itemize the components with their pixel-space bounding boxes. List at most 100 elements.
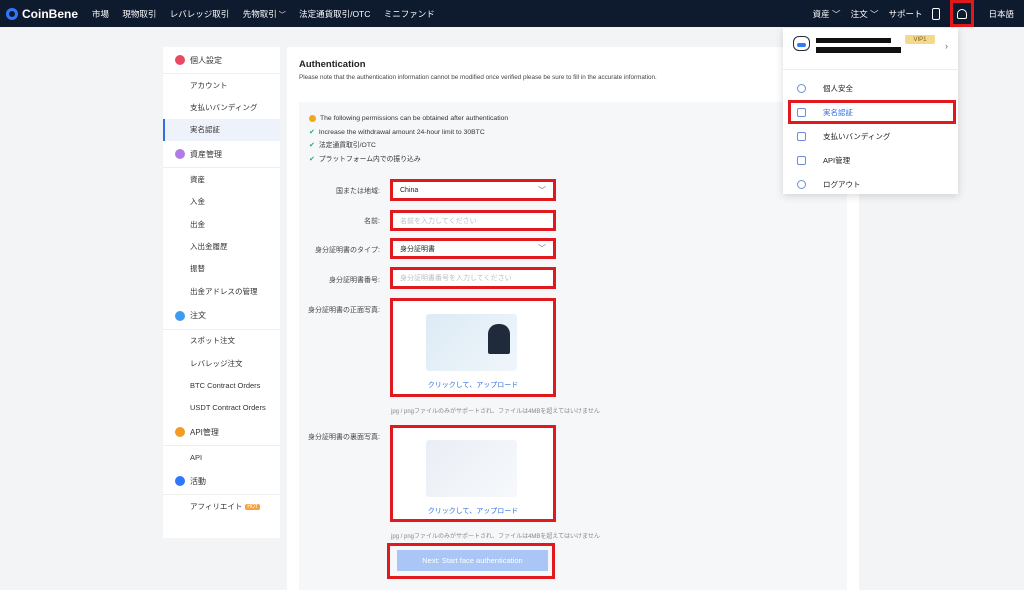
sidebar-item-btc-contract-orders[interactable]: BTC Contract Orders <box>163 374 280 396</box>
menu-label: 支払いバンディング <box>823 131 891 141</box>
sidebar-item-withdraw[interactable]: 出金 <box>163 213 280 235</box>
main-nav: 市場 現物取引 レバレッジ取引 先物取引 ﹀ 法定通貨取引/OTC ミニファンド <box>92 8 446 20</box>
support-link[interactable]: サポート <box>888 8 922 20</box>
sidebar-group-api: API管理 <box>163 419 280 447</box>
permission-item: プラットフォーム内での振り込み <box>318 155 421 163</box>
assets-menu[interactable]: 資産 ﹀ <box>813 8 841 20</box>
menu-personal-security[interactable]: 個人安全 <box>783 76 958 100</box>
menu-label: 実名認証 <box>823 107 853 117</box>
sidebar-item-margin-orders[interactable]: レバレッジ注文 <box>163 352 280 374</box>
id-number-input[interactable]: 身分証明書番号を入力してください <box>390 267 556 289</box>
personal-icon <box>175 55 185 65</box>
menu-label: API管理 <box>823 155 851 165</box>
sidebar-item-usdt-contract-orders[interactable]: USDT Contract Orders <box>163 397 280 419</box>
chevron-down-icon: ﹀ <box>538 244 546 253</box>
front-photo-label: 身分証明書の正面写真: <box>308 307 380 314</box>
sidebar-item-account[interactable]: アカウント <box>163 74 280 96</box>
affiliate-label: アフィリエイト <box>190 502 243 512</box>
permissions-title: The following permissions can be obtaine… <box>320 115 509 122</box>
menu-api-management[interactable]: API管理 <box>783 148 958 172</box>
sidebar-item-api[interactable]: API <box>163 446 280 468</box>
sidebar-group-title: 資産管理 <box>190 149 222 159</box>
id-number-label: 身分証明書番号: <box>329 277 380 284</box>
coinbene-logo[interactable]: CoinBene <box>6 7 78 21</box>
chevron-down-icon: ﹀ <box>538 185 546 195</box>
id-card-icon <box>797 107 806 117</box>
menu-label: ログアウト <box>823 179 861 189</box>
card-icon <box>797 131 806 141</box>
sidebar-group-activity: 活動 <box>163 468 280 496</box>
sidebar-item-deposit[interactable]: 入金 <box>163 191 280 213</box>
country-select[interactable]: China ﹀ <box>390 179 556 201</box>
user-icon <box>957 8 968 19</box>
id-number-placeholder: 身分証明書番号を入力してください <box>400 275 512 282</box>
sidebar-item-transfer[interactable]: 振替 <box>163 258 280 280</box>
menu-logout[interactable]: ログアウト <box>783 172 958 196</box>
user-account-button[interactable] <box>950 0 975 27</box>
sidebar-item-real-name-auth[interactable]: 実名認証 <box>163 118 280 142</box>
id-type-select[interactable]: 身分証明書 ﹀ <box>390 238 556 259</box>
upload-hint: jpg / pngファイルのみがサポートされ、ファイルは4MBを超えてはいけませ… <box>391 409 600 415</box>
chevron-down-icon: ﹀ <box>869 8 879 19</box>
back-photo-upload[interactable]: クリックして、アップロード <box>390 425 556 522</box>
id-card-back-sample <box>426 440 517 497</box>
redacted-email <box>816 47 901 53</box>
chevron-down-icon: ﹀ <box>832 8 841 19</box>
account-sidebar: 個人設定 アカウント 支払いバンディング 実名認証 資産管理 資産 入金 出金 … <box>163 47 280 538</box>
back-photo-label: 身分証明書の裏面写真: <box>308 434 380 441</box>
name-input[interactable]: 名前を入力してください <box>390 210 556 231</box>
country-value: China <box>400 186 419 194</box>
nav-mini-fund[interactable]: ミニファンド <box>384 9 435 19</box>
permissions-box: The following permissions can be obtaine… <box>299 102 847 590</box>
check-icon: ✔ <box>309 128 315 136</box>
vip-badge: VIP1 <box>905 35 935 44</box>
mobile-app-icon[interactable] <box>932 7 941 20</box>
logo-text: CoinBene <box>22 6 79 21</box>
front-photo-upload[interactable]: クリックして、アップロード <box>390 298 556 397</box>
api-icon <box>175 427 185 438</box>
info-icon <box>309 115 316 123</box>
nav-margin-trading[interactable]: レバレッジ取引 <box>170 9 230 19</box>
nav-spot-trading[interactable]: 現物取引 <box>122 9 156 19</box>
authentication-panel: Authentication Please note that the auth… <box>287 47 859 590</box>
upload-hint: jpg / pngファイルのみがサポートされ、ファイルは4MBを超えてはいけませ… <box>391 534 600 540</box>
page-title: Authentication <box>299 59 366 70</box>
sidebar-item-payment-binding[interactable]: 支払いバンディング <box>163 96 280 118</box>
sidebar-group-title: API管理 <box>190 427 219 437</box>
upload-link[interactable]: クリックして、アップロード <box>390 380 556 390</box>
nav-futures-trading[interactable]: 先物取引 ﹀ <box>243 9 286 19</box>
nav-fiat-otc[interactable]: 法定通貨取引/OTC <box>299 9 370 19</box>
user-profile-header[interactable]: VIP1 › <box>783 28 958 70</box>
orders-menu[interactable]: 注文 ﹀ <box>851 8 879 20</box>
orders-icon <box>175 310 185 321</box>
chevron-right-icon: › <box>945 41 948 51</box>
name-label: 名前: <box>364 218 380 225</box>
next-face-auth-button[interactable]: Next: Start face authentication <box>397 550 548 571</box>
sidebar-group-title: 個人設定 <box>190 55 222 65</box>
monitor-icon <box>797 155 806 165</box>
sidebar-item-affiliate[interactable]: アフィリエイト HOT <box>163 495 280 517</box>
sidebar-item-assets[interactable]: 資産 <box>163 168 280 190</box>
nav-market[interactable]: 市場 <box>92 9 109 19</box>
header-right: 資産 ﹀ 注文 ﹀ サポート 日本語 <box>813 0 1024 27</box>
check-icon: ✔ <box>309 155 315 163</box>
upload-link[interactable]: クリックして、アップロード <box>390 506 556 516</box>
assets-label: 資産 <box>812 8 830 19</box>
sidebar-item-withdraw-address[interactable]: 出金アドレスの管理 <box>163 280 280 302</box>
nav-futures-label: 先物取引 <box>242 8 277 19</box>
sidebar-item-history[interactable]: 入出金履歴 <box>163 235 280 257</box>
language-selector[interactable]: 日本語 <box>988 8 1014 20</box>
orders-label: 注文 <box>850 8 868 19</box>
menu-payment-binding[interactable]: 支払いバンディング <box>783 124 958 148</box>
menu-label: 個人安全 <box>823 83 853 93</box>
sidebar-group-title: 注文 <box>190 311 206 321</box>
id-type-label: 身分証明書のタイプ: <box>315 247 380 254</box>
name-placeholder: 名前を入力してください <box>400 217 477 225</box>
sidebar-group-personal: 個人設定 <box>163 47 280 74</box>
next-button-highlight: Next: Start face authentication <box>387 543 555 579</box>
wallet-icon <box>175 149 185 160</box>
sidebar-item-spot-orders[interactable]: スポット注文 <box>163 330 280 352</box>
menu-real-name-auth[interactable]: 実名認証 <box>788 100 956 124</box>
user-icon <box>797 83 806 93</box>
chevron-down-icon: ﹀ <box>278 11 286 19</box>
